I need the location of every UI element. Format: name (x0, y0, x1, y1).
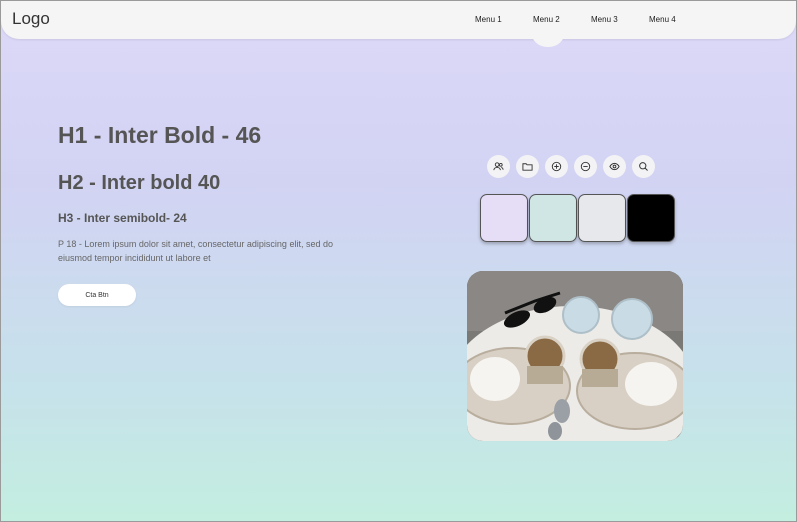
heading-h2: H2 - Inter bold 40 (58, 172, 221, 194)
swatch-lavender[interactable] (480, 194, 528, 242)
active-menu-indicator (531, 31, 565, 47)
nav-menu-1[interactable]: Menu 1 (475, 15, 502, 24)
plus-circle-icon[interactable] (545, 155, 568, 178)
swatch-black[interactable] (627, 194, 675, 242)
icon-row (487, 155, 655, 178)
heading-h3: H3 - Inter semibold- 24 (58, 211, 187, 225)
body-paragraph: P 18 - Lorem ipsum dolor sit amet, conse… (58, 239, 333, 263)
eye-icon[interactable] (603, 155, 626, 178)
nav-menu-4[interactable]: Menu 4 (649, 15, 676, 24)
swatch-mint[interactable] (529, 194, 577, 242)
color-swatches (480, 194, 675, 242)
folder-icon[interactable] (516, 155, 539, 178)
users-icon[interactable] (487, 155, 510, 178)
nav-menu-2[interactable]: Menu 2 (533, 15, 560, 24)
coffee-photo (467, 271, 683, 441)
page-frame: Logo Menu 1 Menu 2 Menu 3 Menu 4 H1 - In… (0, 0, 797, 522)
heading-h1: H1 - Inter Bold - 46 (58, 122, 262, 148)
search-icon[interactable] (632, 155, 655, 178)
navbar: Logo Menu 1 Menu 2 Menu 3 Menu 4 (1, 1, 796, 39)
nav-menu-3[interactable]: Menu 3 (591, 15, 618, 24)
minus-circle-icon[interactable] (574, 155, 597, 178)
cta-button[interactable]: Cta Btn (58, 284, 136, 306)
swatch-light-gray[interactable] (578, 194, 626, 242)
logo[interactable]: Logo (12, 9, 50, 29)
